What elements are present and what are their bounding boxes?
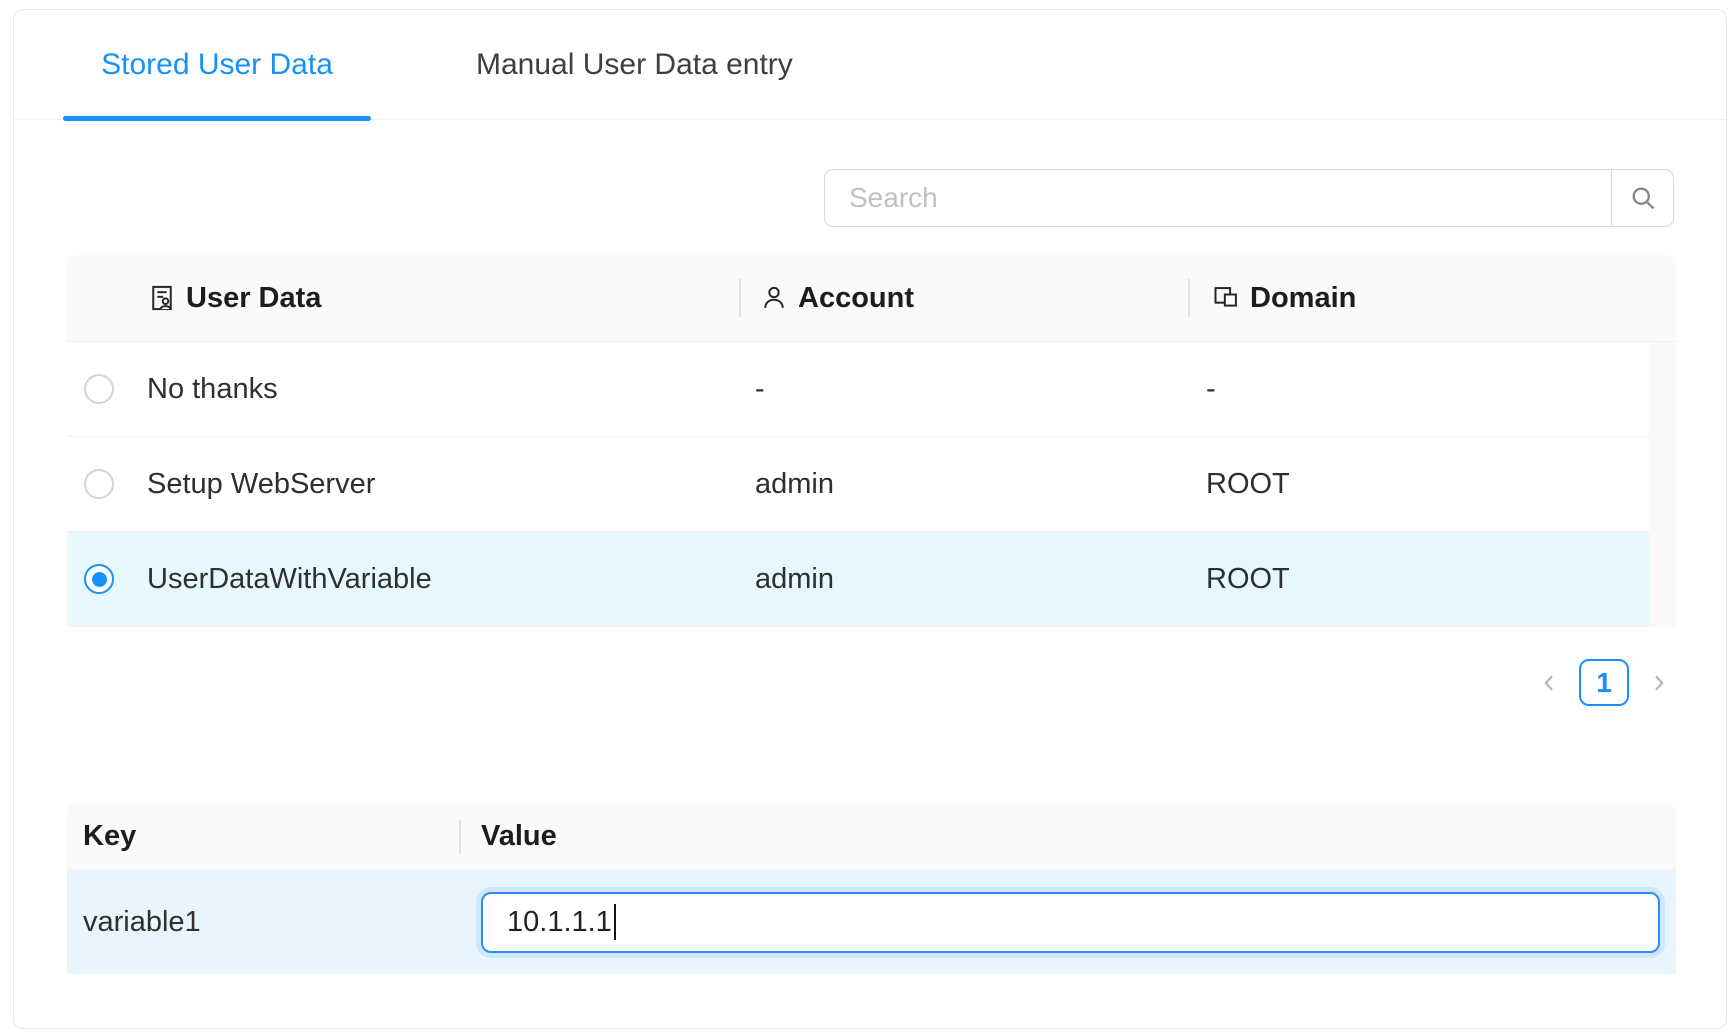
user-data-panel: Stored User Data Manual User Data entry xyxy=(13,9,1727,1029)
person-icon xyxy=(760,284,788,312)
table-header: User Data Account Domain xyxy=(67,255,1676,342)
pagination: 1 xyxy=(1529,659,1679,706)
next-page-button[interactable] xyxy=(1639,659,1679,706)
column-header-account: Account xyxy=(739,282,1188,315)
column-header-key: Key xyxy=(67,820,459,853)
previous-page-button[interactable] xyxy=(1529,659,1569,706)
column-header-domain: Domain xyxy=(1188,282,1676,315)
page-number-button[interactable]: 1 xyxy=(1579,659,1629,706)
column-label-user-data: User Data xyxy=(186,282,321,315)
overlapping-squares-icon xyxy=(1212,284,1240,312)
cell-account: admin xyxy=(755,563,834,596)
tab-manual-user-data-entry-label: Manual User Data entry xyxy=(476,48,793,82)
cell-account: - xyxy=(755,373,765,406)
table-body: No thanks - - Setup WebServer admin ROOT… xyxy=(67,342,1676,627)
text-cursor xyxy=(614,904,617,940)
table-row-setup-webserver[interactable]: Setup WebServer admin ROOT xyxy=(67,437,1649,532)
variable-key-label: variable1 xyxy=(67,906,459,939)
column-header-value: Value xyxy=(459,820,1676,853)
radio-button[interactable] xyxy=(84,469,114,499)
cell-domain: - xyxy=(1206,373,1216,406)
cell-account: admin xyxy=(755,468,834,501)
variable-value-input[interactable]: 10.1.1.1 xyxy=(481,892,1660,953)
tab-stored-user-data[interactable]: Stored User Data xyxy=(63,10,371,120)
cell-user-data: No thanks xyxy=(147,373,278,406)
cell-user-data: UserDataWithVariable xyxy=(147,563,432,596)
variables-table: Key Value variable1 10.1.1.1 xyxy=(67,804,1676,974)
tab-stored-user-data-label: Stored User Data xyxy=(101,48,333,82)
column-header-user-data: User Data xyxy=(131,282,739,315)
search-button[interactable] xyxy=(1611,169,1674,227)
header-divider xyxy=(1188,279,1190,317)
cell-user-data: Setup WebServer xyxy=(147,468,375,501)
scrollbar-track[interactable] xyxy=(1649,342,1676,627)
header-divider xyxy=(459,820,461,854)
table-row-no-thanks[interactable]: No thanks - - xyxy=(67,342,1649,437)
header-divider xyxy=(739,279,741,317)
search-bar xyxy=(824,169,1674,227)
chevron-right-icon xyxy=(1648,672,1670,694)
variable-value-cell: 10.1.1.1 xyxy=(459,892,1676,953)
tab-manual-user-data-entry[interactable]: Manual User Data entry xyxy=(476,10,793,120)
search-input[interactable] xyxy=(824,169,1611,227)
document-user-icon xyxy=(148,284,176,312)
cell-domain: ROOT xyxy=(1206,468,1290,501)
magnifier-icon xyxy=(1629,184,1657,212)
column-label-account: Account xyxy=(798,282,914,315)
tab-bar: Stored User Data Manual User Data entry xyxy=(14,10,1726,120)
variables-table-header: Key Value xyxy=(67,804,1676,870)
chevron-left-icon xyxy=(1538,672,1560,694)
radio-button-selected[interactable] xyxy=(84,564,114,594)
variable-value-text: 10.1.1.1 xyxy=(507,906,612,939)
column-label-domain: Domain xyxy=(1250,282,1356,315)
radio-button[interactable] xyxy=(84,374,114,404)
user-data-table: User Data Account Domain xyxy=(67,255,1676,627)
variable-row: variable1 10.1.1.1 xyxy=(67,870,1676,974)
current-page-label: 1 xyxy=(1596,667,1612,699)
active-tab-indicator xyxy=(63,116,371,121)
cell-domain: ROOT xyxy=(1206,563,1290,596)
table-row-userdatawithvariable[interactable]: UserDataWithVariable admin ROOT xyxy=(67,532,1649,627)
